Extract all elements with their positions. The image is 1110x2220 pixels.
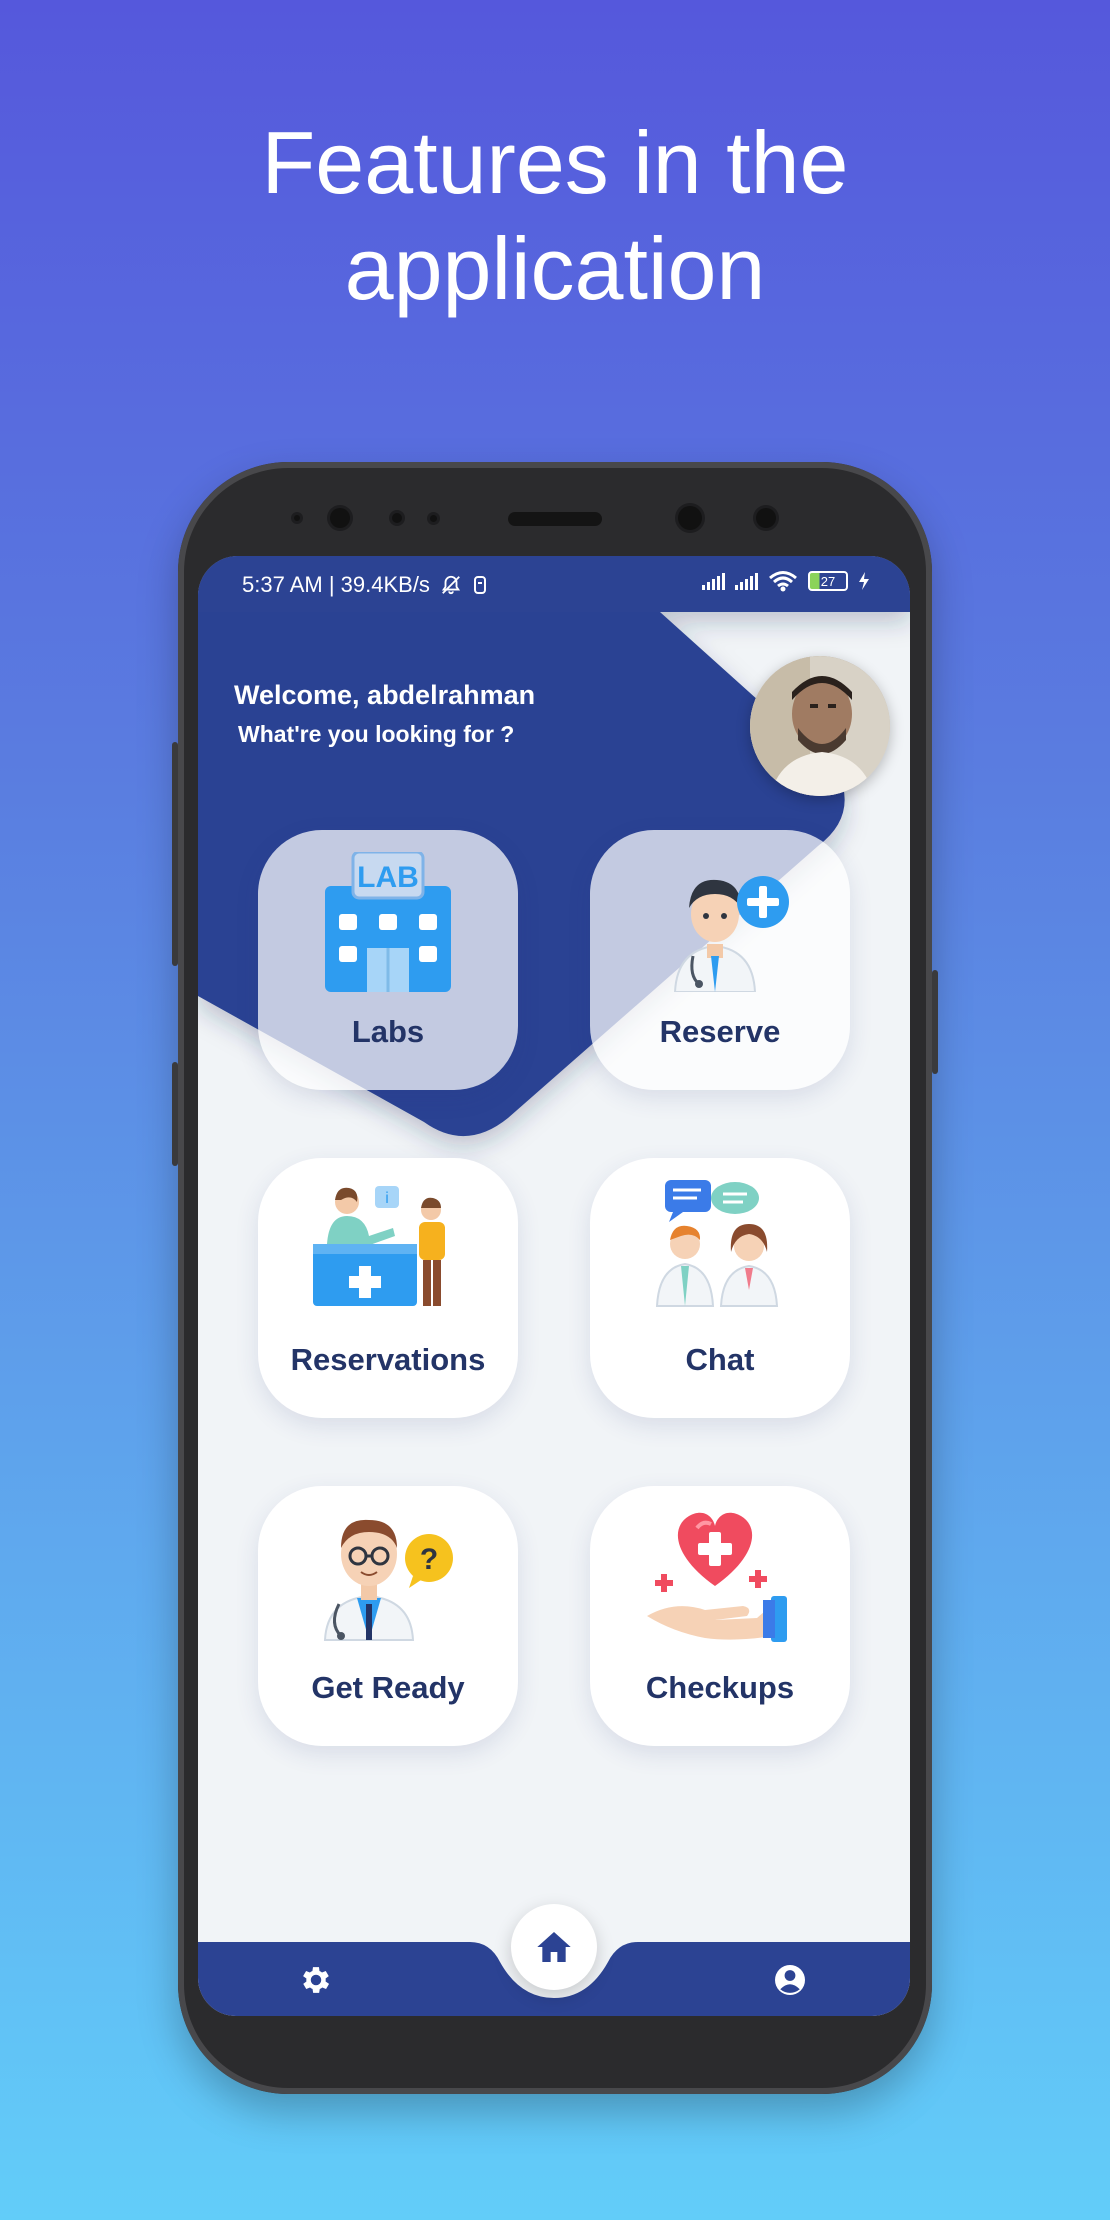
feature-card-reservations[interactable]: i Reservations — [258, 1158, 518, 1418]
feature-label: Get Ready — [311, 1670, 465, 1705]
camera-lens — [678, 506, 702, 530]
doctor-question-icon: ? — [323, 1519, 453, 1641]
app-screen: 5:37 AM | 39.4KB/s 27 Welcome, abdelrahm… — [198, 556, 910, 2016]
welcome-subtitle: What're you looking for ? — [238, 721, 515, 747]
home-button[interactable] — [511, 1904, 597, 1990]
front-camera — [330, 508, 350, 528]
feature-card-labs[interactable]: LAB Labs — [258, 830, 518, 1090]
feature-label: Labs — [351, 1014, 425, 1049]
sensor-dot — [392, 513, 402, 523]
feature-label: Reserve — [659, 1014, 781, 1049]
feature-label: Chat — [685, 1342, 755, 1377]
feature-card-checkups[interactable]: Checkups — [590, 1486, 850, 1746]
signal-icon — [735, 572, 758, 590]
avatar[interactable] — [750, 656, 890, 796]
sensor-dot — [430, 515, 437, 522]
settings-icon[interactable] — [298, 1962, 334, 1998]
lab-building-icon: LAB — [325, 852, 451, 992]
profile-icon[interactable] — [772, 1962, 808, 1998]
feature-card-reserve[interactable]: Reserve — [590, 830, 850, 1090]
phone-frame: 5:37 AM | 39.4KB/s 27 Welcome, abdelrahm… — [172, 462, 938, 2094]
status-bar: 5:37 AM | 39.4KB/s 27 — [198, 556, 910, 612]
svg-text:LAB: LAB — [357, 861, 419, 894]
welcome-block: Welcome, abdelrahman What're you looking… — [234, 680, 535, 748]
home-icon — [537, 1932, 571, 1962]
page-headline: Features in the application — [0, 110, 1110, 322]
feature-card-get-ready[interactable]: ? Get Ready — [258, 1486, 518, 1746]
side-button — [172, 1062, 178, 1166]
vibrate-icon — [473, 576, 486, 594]
profile-photo — [750, 656, 890, 796]
sensor-dot — [294, 515, 300, 521]
headline-line-1: Features in the — [261, 113, 849, 212]
charging-icon — [859, 572, 869, 590]
camera-lens — [756, 508, 776, 528]
side-button — [172, 742, 178, 966]
status-time-speed: 5:37 AM | 39.4KB/s — [242, 572, 430, 597]
battery-icon: 27 — [808, 571, 848, 591]
doctor-plus-icon — [673, 876, 789, 992]
heart-hand-icon — [647, 1512, 787, 1642]
side-button — [932, 970, 938, 1074]
signal-icon — [702, 572, 725, 590]
alarm-off-icon — [441, 575, 460, 595]
headline-line-2: application — [344, 219, 766, 318]
feature-label: Checkups — [645, 1670, 795, 1705]
feature-card-chat[interactable]: Chat — [590, 1158, 850, 1418]
svg-text:i: i — [385, 1190, 389, 1207]
wifi-icon — [769, 571, 797, 592]
reception-desk-icon: i — [313, 1186, 445, 1306]
svg-text:?: ? — [420, 1543, 438, 1576]
earpiece-speaker — [508, 512, 602, 526]
welcome-text: Welcome, abdelrahman — [234, 680, 536, 710]
doctors-chat-icon — [655, 1180, 779, 1307]
feature-label: Reservations — [290, 1342, 486, 1377]
